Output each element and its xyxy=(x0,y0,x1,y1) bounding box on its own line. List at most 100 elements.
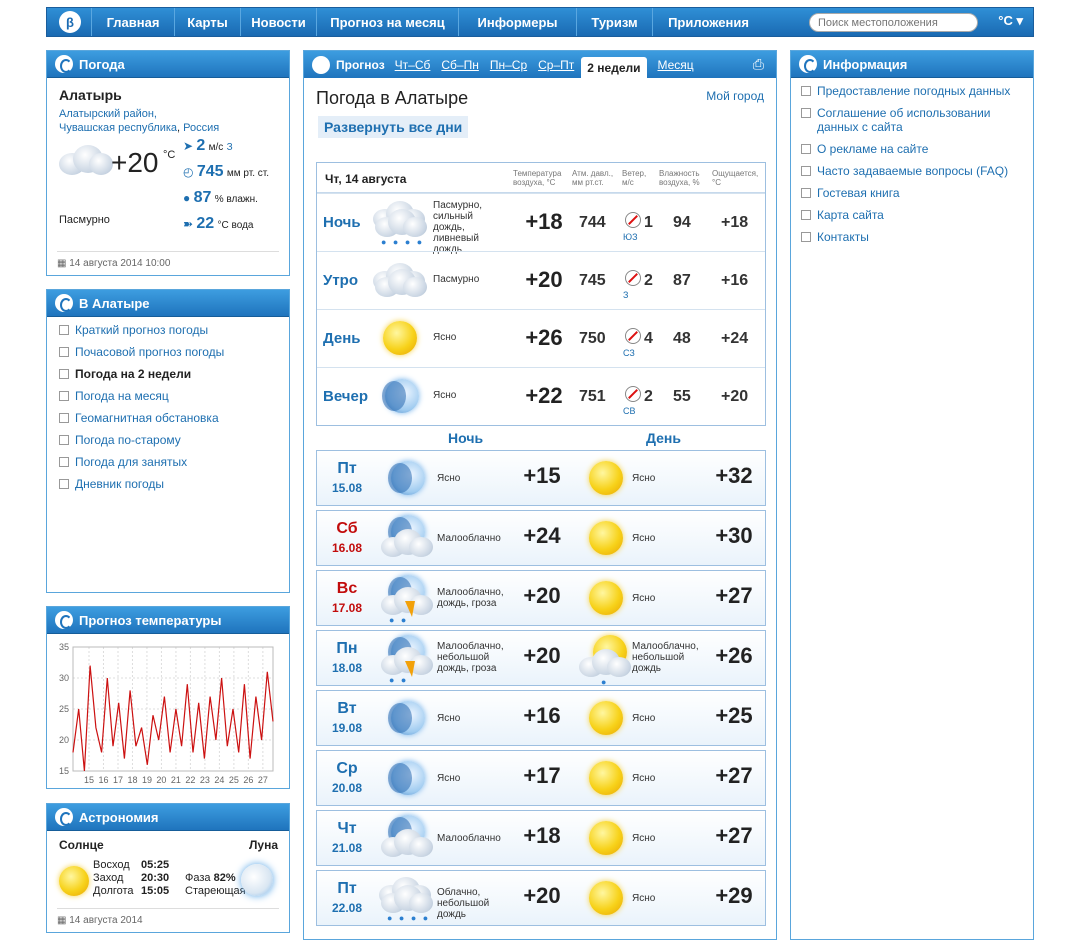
sun-icon xyxy=(579,693,635,745)
daily-row[interactable]: Чт 21.08 Малооблачно +18 Ясно +27 xyxy=(316,810,766,866)
day-part-label: Ночь xyxy=(323,214,361,231)
tab-5[interactable]: Месяц xyxy=(658,58,694,72)
humidity-value: 87 xyxy=(193,189,212,206)
nav-informers[interactable]: Информеры xyxy=(458,8,576,36)
day-description: Ясно xyxy=(632,893,656,904)
night-description: Малооблачно, небольшой дождь, гроза xyxy=(437,641,504,674)
today-table: Чт, 14 августа Температура воздуха, °С А… xyxy=(316,162,766,426)
day-part-row[interactable]: Утро Пасмурно +20 745 2 З 87 +16 xyxy=(317,251,765,309)
daily-row[interactable]: Пт 22.08 Облачно, небольшой дождь +20 Ясно +2… xyxy=(316,870,766,926)
day-description: Ясно xyxy=(632,473,656,484)
moon-cloud-icon xyxy=(379,513,435,565)
info-link[interactable]: Карта сайта xyxy=(801,208,1027,222)
day-name: Пн xyxy=(336,640,358,657)
update-time: ▦ 14 августа 2014 10:00 xyxy=(57,251,279,269)
search-input[interactable] xyxy=(809,13,978,32)
day-name: Пт xyxy=(337,460,357,477)
info-link[interactable]: Часто задаваемые вопросы (FAQ) xyxy=(801,164,1027,178)
water-temperature: 22 xyxy=(196,215,215,232)
nav-apps[interactable]: Приложения xyxy=(652,8,764,36)
tab-4[interactable]: 2 недели xyxy=(581,56,647,79)
day-part-row[interactable]: Ночь Пасмурно, сильный дождь, ливневый до… xyxy=(317,193,765,255)
my-city-link[interactable]: Мой город xyxy=(706,89,764,103)
moon-icon xyxy=(373,371,429,423)
x-tick-label: 21 xyxy=(171,775,181,785)
forecast-title: Погода в Алатыре xyxy=(316,88,469,108)
city-link[interactable]: Погода на 2 недели xyxy=(59,367,289,381)
temperature-chart: 15 20 25 30 35 15 16 17 18 19 20 21 22 23 24 25 26 27 xyxy=(59,642,274,785)
city-link[interactable]: Погода для занятых xyxy=(59,455,289,469)
night-description: Малооблачно xyxy=(437,533,501,544)
day-part-row[interactable]: День Ясно +26 750 4 СЗ 48 +24 xyxy=(317,309,765,367)
day-part-description: Ясно xyxy=(433,332,457,343)
y-tick-label: 15 xyxy=(59,766,69,776)
sun-cloud-rain-icon: ● xyxy=(579,633,635,687)
city-link[interactable]: Краткий прогноз погоды xyxy=(59,323,289,337)
x-tick-label: 22 xyxy=(185,775,195,785)
print-icon[interactable]: ⎙ xyxy=(753,56,764,73)
day-part-humidity: 55 xyxy=(673,388,691,405)
nav-home[interactable]: Главная xyxy=(91,8,174,36)
day-name: Чт xyxy=(337,820,357,837)
unit-selector[interactable]: °C ▾ xyxy=(998,13,1023,29)
city-links-panel: В Алатыре Краткий прогноз погоды Почасово… xyxy=(46,289,290,593)
info-link[interactable]: Предоставление погодных данных xyxy=(801,84,1027,98)
col-pressure: Атм. давл., мм рт.ст. xyxy=(572,169,614,187)
col-wind: Ветер, м/с xyxy=(622,169,647,187)
info-link[interactable]: Соглашение об использовании данных с сай… xyxy=(801,106,1027,134)
sun-icon xyxy=(373,313,429,365)
nav-news[interactable]: Новости xyxy=(240,8,316,36)
tab-2[interactable]: Пн–Ср xyxy=(490,58,527,72)
day-date: 19.08 xyxy=(331,721,363,735)
city-link[interactable]: Погода по-старому xyxy=(59,433,289,447)
info-link[interactable]: Контакты xyxy=(801,230,1027,244)
day-length: 15:05 xyxy=(141,885,170,897)
moon-cloud-icon xyxy=(379,813,435,865)
info-link[interactable]: Гостевая книга xyxy=(801,186,1027,200)
region-link[interactable]: Чувашская республика xyxy=(59,122,177,134)
separator: , xyxy=(177,122,181,134)
info-panel: Информация Предоставление погодных данны… xyxy=(790,50,1034,940)
nav-maps[interactable]: Карты xyxy=(174,8,240,36)
day-part-row[interactable]: Вечер Ясно +22 751 2 СВ 55 +20 xyxy=(317,367,765,425)
day-part-humidity: 94 xyxy=(673,214,691,231)
country-link[interactable]: Россия xyxy=(183,122,219,134)
tab-0[interactable]: Чт–Сб xyxy=(395,58,431,72)
nav-tourism[interactable]: Туризм xyxy=(576,8,652,36)
day-description: Ясно xyxy=(632,773,656,784)
night-description: Ясно xyxy=(437,713,461,724)
tab-3[interactable]: Ср–Пт xyxy=(538,58,574,72)
daily-row[interactable]: Пт 15.08 Ясно +15 Ясно +32 xyxy=(316,450,766,506)
expand-all-button[interactable]: Развернуть все дни xyxy=(318,116,469,138)
daily-row[interactable]: Ср 20.08 Ясно +17 Ясно +27 xyxy=(316,750,766,806)
city-link[interactable]: Дневник погоды xyxy=(59,477,289,491)
logo-icon[interactable]: β xyxy=(59,11,81,33)
day-date: 20.08 xyxy=(331,781,363,795)
district-link[interactable]: Алатырский район, xyxy=(59,108,157,120)
day-description: Ясно xyxy=(632,533,656,544)
astro-date-text: 14 августа 2014 xyxy=(69,915,143,926)
info-link[interactable]: О рекламе на сайте xyxy=(801,142,1027,156)
daily-row[interactable]: Пн 18.08 Малооблачно, небольшой дождь, гро… xyxy=(316,630,766,687)
day-part-pressure: 744 xyxy=(579,214,606,231)
daily-row[interactable]: Вс 17.08 Малооблачно, дождь, гроза +20 Ясно +… xyxy=(316,570,766,626)
city-link[interactable]: Геомагнитная обстановка xyxy=(59,411,289,425)
daily-row[interactable]: Сб 16.08 Малооблачно +24 Ясно +30 xyxy=(316,510,766,566)
wind-arrow-icon: ➤ xyxy=(183,139,194,153)
moon-phase-value: 82% xyxy=(213,872,236,884)
temperature-chart-panel: Прогноз температуры 15 20 25 30 35 15 16 17 18 19… xyxy=(46,606,290,789)
pressure-icon: ◴ xyxy=(183,165,194,179)
day-temp: +27 xyxy=(715,583,753,608)
day-part-temp: +18 xyxy=(525,209,563,234)
day-description: Ясно xyxy=(632,593,656,604)
nav-month-forecast[interactable]: Прогноз на месяц xyxy=(316,8,458,36)
forecast-tab-label: Прогноз xyxy=(336,57,385,72)
tab-1[interactable]: Сб–Пн xyxy=(441,58,478,72)
col-humidity: Влажность воздуха, % xyxy=(659,169,700,187)
x-tick-label: 23 xyxy=(200,775,210,785)
daily-row[interactable]: Вт 19.08 Ясно +16 Ясно +25 xyxy=(316,690,766,746)
city-link[interactable]: Почасовой прогноз погоды xyxy=(59,345,289,359)
wind-direction: З xyxy=(226,142,233,153)
update-time-text: 14 августа 2014 10:00 xyxy=(69,258,171,269)
city-link[interactable]: Погода на месяц xyxy=(59,389,289,403)
